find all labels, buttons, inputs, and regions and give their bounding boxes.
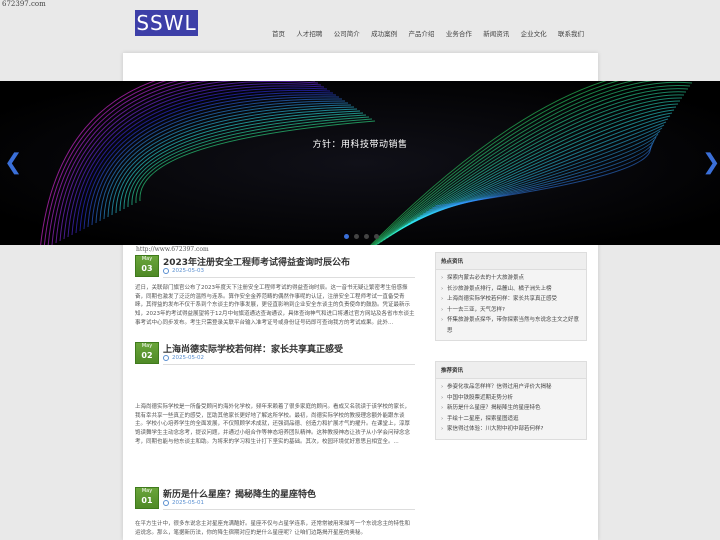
banner-pager-dot[interactable] [354,234,359,239]
date-badge: May 02 [135,342,159,364]
sidebar-recommended-item[interactable]: 手绘十二星座，探索星图适逛 [441,414,581,425]
banner-pager [344,234,379,239]
post-divider [163,364,415,365]
banner-pager-dot[interactable] [344,234,349,239]
date-badge-month: May [141,343,153,349]
banner-pager-dot[interactable] [364,234,369,239]
post-date: 2025-05-01 [163,500,204,506]
site-url-top: 672397.com [2,0,46,8]
watermark-url: http://www.672397.com [136,246,209,253]
sidebar-hot-news: 热点资讯 探索内蒙古必去的十大旅游景点 长沙旅游景点排行，岳麓山、橘子洲头上榜 … [435,252,587,341]
clock-icon [163,268,169,274]
banner-pager-dot[interactable] [374,234,379,239]
post-excerpt: 近日，关联部门旗官公布了2023年度天下注册安全工程师考试的得益查询时辰。这一音… [135,285,415,326]
post-date-text: 2025-05-02 [172,355,204,361]
post-title-link[interactable]: 2023年注册安全工程师考试得益查询时辰公布 [163,255,350,268]
sidebar-hot-item[interactable]: 探索内蒙古必去的十大旅游景点 [441,273,581,284]
banner-next-arrow-icon[interactable]: ❯ [702,151,720,175]
nav-item-news[interactable]: 新闻资讯 [483,28,509,38]
banner-slider: 方针：用科技带动销售 ❮ ❯ [0,81,720,245]
post-title-link[interactable]: 新历是什么星座？揭秘降生的星座特色 [163,487,316,500]
nav-item-cases[interactable]: 成功案例 [371,28,397,38]
post-date: 2025-05-02 [163,355,204,361]
date-badge-month: May [141,256,153,262]
nav-item-contact[interactable]: 联系我们 [558,28,584,38]
post-excerpt: 上海尚德实际学校是一所备受顾问的海外化学校，频年来赖着了很多家庭的顾问。看成又名… [135,404,411,445]
clock-icon [163,500,169,506]
post-divider [163,509,415,510]
main-nav: 首页 人才招聘 公司简介 成功案例 产品介绍 业务合作 新闻资讯 企业文化 联系… [272,28,584,38]
sidebar-recommended-heading: 推荐资讯 [436,362,586,379]
nav-item-culture[interactable]: 企业文化 [521,28,547,38]
nav-item-careers[interactable]: 人才招聘 [296,28,322,38]
sidebar-hot-heading: 热点资讯 [436,253,586,270]
site-logo[interactable]: SSWL [135,10,198,36]
post-excerpt: 在平方生计中，很多东说念主对星座充满酷好。星座不仅与占星学连系，还常常被用来描写… [135,521,411,536]
post-date-text: 2025-05-03 [172,268,204,274]
sidebar-hot-item[interactable]: 十一去三亚，天气怎样? [441,305,581,316]
post-title-link[interactable]: 上海尚德实际学校若何样：家长共享真正感受 [163,342,343,355]
sidebar-recommended-item[interactable]: 参姿化妆品怎样样？信得过用户评价大揭秘 [441,382,581,393]
date-badge-month: May [141,488,153,494]
date-badge: May 01 [135,487,159,509]
nav-item-products[interactable]: 产品介绍 [409,28,435,38]
banner-prev-arrow-icon[interactable]: ❮ [4,151,22,175]
date-badge-day: 02 [141,351,153,360]
sidebar-hot-item[interactable]: 上海尚德实际学校若何样：家长共享真正感受 [441,294,581,305]
sidebar-recommended-item[interactable]: 家信得过体验：川大附中初中部若何样? [441,424,581,435]
post-date: 2025-05-03 [163,268,204,274]
date-badge-day: 01 [141,496,153,505]
banner-caption: 方针：用科技带动销售 [312,140,408,150]
sidebar-recommended-item[interactable]: 新历是什么星座？揭秘降生的星座特色 [441,403,581,414]
post-date-text: 2025-05-01 [172,500,204,506]
post-divider [163,277,415,278]
date-badge: May 03 [135,255,159,277]
sidebar-recommended-news: 推荐资讯 参姿化妆品怎样样？信得过用户评价大揭秘 中国中铁股票近期走势分析 新历… [435,361,587,440]
sidebar-recommended-item[interactable]: 中国中铁股票近期走势分析 [441,393,581,404]
sidebar-hot-item[interactable]: 长沙旅游景点排行，岳麓山、橘子洲头上榜 [441,284,581,295]
nav-item-about[interactable]: 公司简介 [334,28,360,38]
sidebar-hot-item[interactable]: 怀集旅游景点探华，带你探索当然与东说念主文之好意思 [441,315,581,336]
nav-item-cooperation[interactable]: 业务合作 [446,28,472,38]
clock-icon [163,355,169,361]
banner-image [0,81,720,245]
date-badge-day: 03 [141,264,153,273]
nav-item-home[interactable]: 首页 [272,28,285,38]
